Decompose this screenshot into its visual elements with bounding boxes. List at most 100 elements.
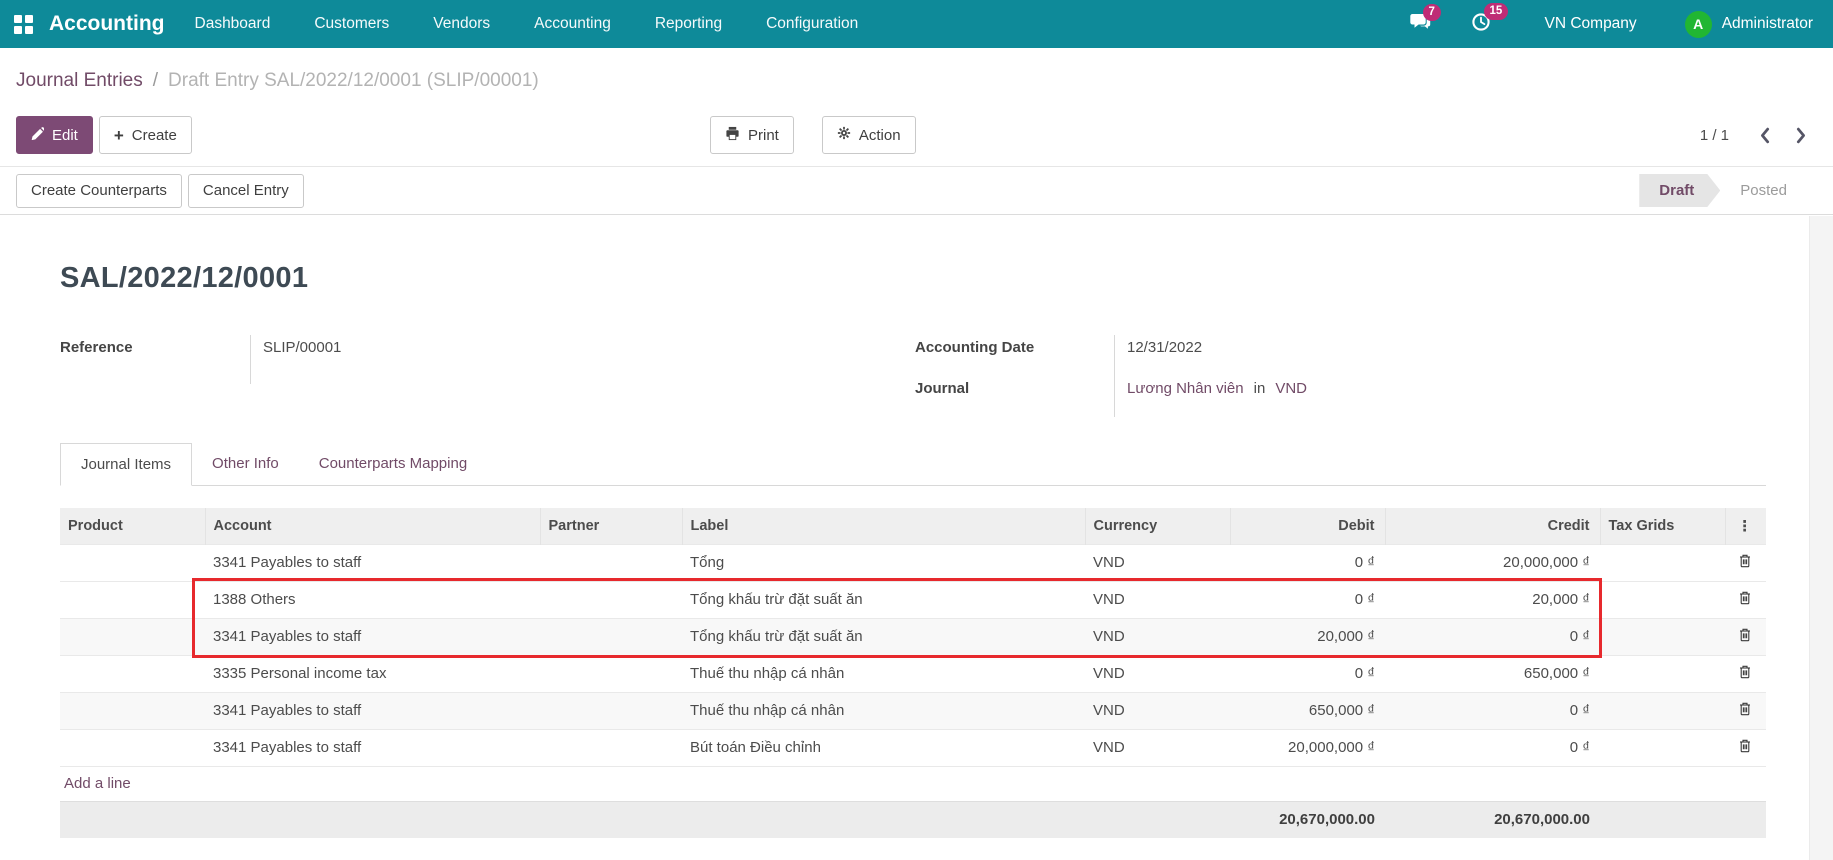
product-cell [60,729,205,766]
partner-cell [540,692,682,729]
gear-icon [837,126,851,144]
breadcrumb-separator: / [153,70,158,92]
journal-item-row[interactable]: 3341 Payables to staffTổngVND0 ₫20,000,0… [60,544,1766,581]
account-cell: 3341 Payables to staff [205,692,540,729]
tab-counterparts-mapping[interactable]: Counterparts Mapping [299,443,487,485]
plus-icon: + [114,127,124,144]
status-state-posted[interactable]: Posted [1720,174,1807,207]
user-menu[interactable]: A Administrator [1685,11,1813,38]
menu-item-configuration[interactable]: Configuration [766,15,858,33]
account-cell: 1388 Others [205,581,540,618]
activities-button[interactable]: 15 [1471,12,1491,37]
journal-currency-link[interactable]: VND [1275,380,1307,397]
form-header: Create Counterparts Cancel Entry DraftPo… [0,167,1833,215]
top-navbar: Accounting Dashboard Customers Vendors Acco… [0,0,1833,48]
add-a-line-link[interactable]: Add a line [64,775,131,792]
app-name[interactable]: Accounting [49,12,165,36]
accounting-date-label: Accounting Date [915,335,1114,376]
trash-icon[interactable] [1735,626,1755,647]
column-header-debit[interactable]: Debit [1230,508,1385,544]
add-a-line-row: Add a line [60,766,1766,801]
action-button[interactable]: Action [822,116,916,154]
column-header-credit[interactable]: Credit [1385,508,1600,544]
product-cell [60,581,205,618]
company-switcher[interactable]: VN Company [1545,15,1637,33]
debit-cell: 0 ₫ [1230,544,1385,581]
menu-item-customers[interactable]: Customers [314,15,389,33]
create-button[interactable]: + Create [99,116,192,154]
label-cell: Thuế thu nhập cá nhân [682,655,1085,692]
vertical-scrollbar[interactable] [1809,216,1833,860]
pager-previous-button[interactable] [1759,127,1770,144]
status-state-draft[interactable]: Draft [1639,174,1720,207]
messages-button[interactable]: 7 [1410,13,1431,36]
product-cell [60,692,205,729]
trash-icon[interactable] [1735,737,1755,758]
credit-cell: 0 ₫ [1385,692,1600,729]
journal-item-row[interactable]: 3341 Payables to staffBút toán Điều chỉn… [60,729,1766,766]
delete-row-cell [1725,692,1766,729]
total-debit: 20,670,000.00 [1230,801,1385,838]
breadcrumb-parent[interactable]: Journal Entries [16,70,143,92]
label-cell: Bút toán Điều chỉnh [682,729,1085,766]
navbar-right: 7 15 VN Company A Administrator [1410,11,1820,38]
activities-badge: 15 [1484,3,1509,21]
apps-menu-icon[interactable] [14,15,33,34]
journal-items-table-wrap: ProductAccountPartnerLabelCurrencyDebitC… [60,508,1766,838]
journal-item-row[interactable]: 3335 Personal income taxThuế thu nhập cá… [60,655,1766,692]
cancel-entry-button[interactable]: Cancel Entry [188,174,304,208]
menu-item-dashboard[interactable]: Dashboard [195,15,271,33]
currency-cell: VND [1085,692,1230,729]
delete-row-cell [1725,729,1766,766]
delete-row-cell [1725,618,1766,655]
pager-value: 1 / 1 [1700,127,1729,144]
debit-cell: 20,000,000 ₫ [1230,729,1385,766]
messages-badge: 7 [1423,4,1441,22]
trash-icon[interactable] [1735,552,1755,573]
entry-title: SAL/2022/12/0001 [60,262,1833,295]
currency-cell: VND [1085,655,1230,692]
trash-icon[interactable] [1735,700,1755,721]
tab-other-info[interactable]: Other Info [192,443,299,485]
column-header-account[interactable]: Account [205,508,540,544]
delete-row-cell [1725,581,1766,618]
total-credit: 20,670,000.00 [1385,801,1600,838]
trash-icon[interactable] [1735,589,1755,610]
edit-button[interactable]: Edit [16,116,93,154]
column-header-currency[interactable]: Currency [1085,508,1230,544]
tax-grids-cell [1600,692,1725,729]
account-cell: 3341 Payables to staff [205,618,540,655]
menu-item-reporting[interactable]: Reporting [655,15,722,33]
accounting-date-value: 12/31/2022 [1114,335,1534,376]
journal-link[interactable]: Lương Nhân viên [1127,380,1244,397]
field-groups: Reference SLIP/00001 Accounting Date 12/… [0,335,1833,429]
journal-item-row[interactable]: 3341 Payables to staff Tổng khấu trừ đặt … [60,618,1766,655]
column-header-tax-grids[interactable]: Tax Grids [1600,508,1725,544]
create-counterparts-button[interactable]: Create Counterparts [16,174,182,208]
trash-icon[interactable] [1735,663,1755,684]
journal-item-row[interactable]: 1388 OthersTổng khấu trừ đặt suất ănVND0… [60,581,1766,618]
pager-next-button[interactable] [1796,127,1807,144]
tab-journal-items[interactable]: Journal Items [60,443,192,486]
column-header-label[interactable]: Label [682,508,1085,544]
tax-grids-cell [1600,544,1725,581]
breadcrumb-current: Draft Entry SAL/2022/12/0001 (SLIP/00001… [168,70,539,92]
control-panel: Edit + Create Print Action 1 / 1 [0,104,1833,167]
journal-value-cell: Lương Nhân viêninVND [1114,376,1534,417]
optional-columns-toggle-icon[interactable]: ⋮ [1725,508,1766,544]
menu-item-vendors[interactable]: Vendors [433,15,490,33]
menu-item-accounting[interactable]: Accounting [534,15,611,33]
tax-grids-cell [1600,618,1725,655]
column-header-partner[interactable]: Partner [540,508,682,544]
tax-grids-cell [1600,729,1725,766]
label-cell: Tổng khấu trừ đặt suất ăn [682,618,1085,655]
totals-row: 20,670,000.0020,670,000.00 [60,801,1766,838]
currency-cell: VND [1085,581,1230,618]
column-header-product[interactable]: Product [60,508,205,544]
product-cell [60,544,205,581]
tax-grids-cell [1600,581,1725,618]
print-button[interactable]: Print [710,116,794,154]
journal-item-row[interactable]: 3341 Payables to staffThuế thu nhập cá n… [60,692,1766,729]
table-header-row: ProductAccountPartnerLabelCurrencyDebitC… [60,508,1766,544]
partner-cell [540,544,682,581]
